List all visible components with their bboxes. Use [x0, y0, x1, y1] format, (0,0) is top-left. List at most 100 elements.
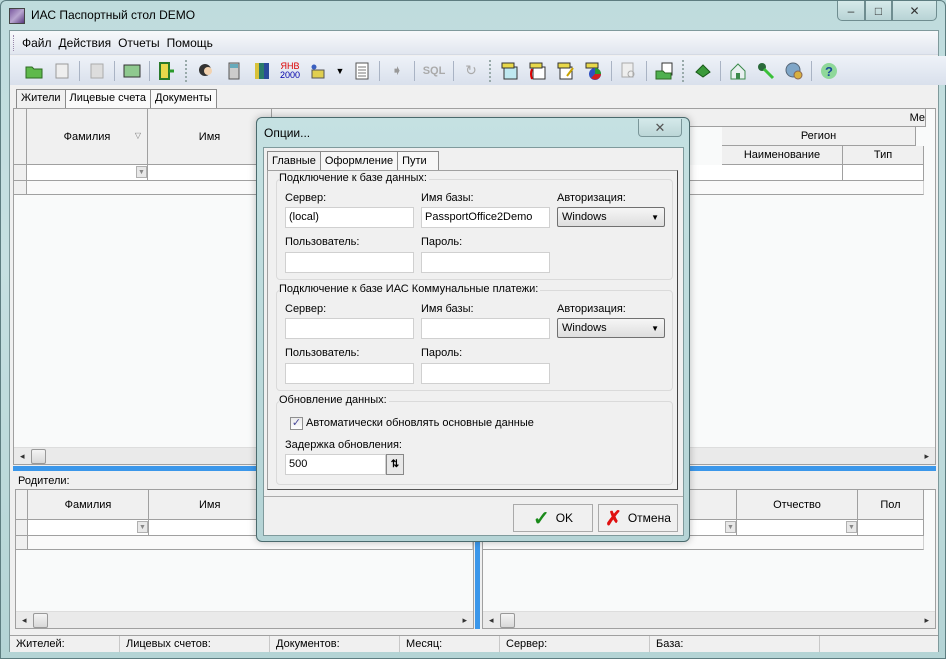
users-icon[interactable]: [195, 60, 217, 82]
tab-accounts[interactable]: Лицевые счета: [64, 89, 152, 109]
cancel-button[interactable]: ✗ Отмена: [598, 504, 678, 532]
payments-dbname-field[interactable]: [421, 318, 550, 339]
menu-reports[interactable]: Отчеты: [118, 36, 159, 50]
scroll-thumb[interactable]: [31, 449, 46, 464]
open-file-icon[interactable]: [653, 60, 675, 82]
filter-region-name[interactable]: [722, 165, 843, 181]
preview-icon[interactable]: [618, 60, 640, 82]
toolbar-separator: [79, 60, 80, 81]
toolbar-separator: [114, 60, 115, 81]
scroll-right-icon[interactable]: ▸: [924, 451, 929, 462]
books-icon[interactable]: [251, 60, 273, 82]
help-icon[interactable]: ?: [818, 60, 840, 82]
payments-user-field[interactable]: [285, 363, 414, 384]
phone-icon[interactable]: [223, 60, 245, 82]
close-button[interactable]: ✕: [892, 1, 937, 21]
filter-dropdown-icon[interactable]: ▼: [137, 521, 148, 533]
sql-label: SQL: [422, 64, 446, 77]
print-code-icon[interactable]: [527, 60, 549, 82]
toolbar-separator: [379, 60, 380, 81]
region-name-label: Наименование: [743, 149, 821, 161]
key-icon[interactable]: [755, 60, 777, 82]
toolbar-separator: [611, 60, 612, 81]
auth-label: Авторизация:: [557, 192, 626, 204]
menu-actions[interactable]: Действия: [59, 36, 112, 50]
payments-server-field[interactable]: [285, 318, 414, 339]
column-header-surname[interactable]: Фамилия ▽: [27, 109, 148, 165]
scroll-left-icon[interactable]: ◂: [489, 615, 494, 626]
auto-update-label[interactable]: Автоматически обновлять основные данные: [306, 417, 534, 429]
tab-documents[interactable]: Документы: [150, 89, 217, 109]
column-header-surname[interactable]: Фамилия: [28, 490, 149, 520]
tab-general[interactable]: Главные: [267, 151, 321, 172]
filter-patronymic[interactable]: ▼: [737, 520, 858, 536]
dialog-close-button[interactable]: ✕: [638, 119, 682, 137]
globe-settings-icon[interactable]: [783, 60, 805, 82]
menu-file[interactable]: Файл: [22, 36, 52, 50]
update-group: Обновление данных: ✓ Автоматически обнов…: [276, 394, 673, 485]
money-icon[interactable]: [692, 60, 714, 82]
home-icon[interactable]: [727, 60, 749, 82]
filter-surname[interactable]: ▼: [28, 520, 149, 536]
image-icon[interactable]: [121, 60, 143, 82]
package-icon[interactable]: [307, 60, 329, 82]
dropdown-arrow-icon[interactable]: ▼: [335, 60, 345, 82]
db-connection-label: Подключение к базе данных:: [279, 172, 429, 184]
filter-gender[interactable]: [858, 520, 924, 536]
column-header-region-name[interactable]: Наименование: [722, 146, 843, 165]
ok-button[interactable]: ✓ OK: [513, 504, 593, 532]
filter-region-type[interactable]: [843, 165, 924, 181]
parents-right-hscrollbar[interactable]: ◂ ▸: [483, 611, 935, 628]
toolbar-separator: [646, 60, 647, 81]
scroll-left-icon[interactable]: ◂: [22, 615, 27, 626]
delay-spinner[interactable]: ⇅: [386, 454, 404, 475]
open-folder-icon[interactable]: [23, 60, 45, 82]
scroll-right-icon[interactable]: ▸: [462, 615, 467, 626]
calendar-icon[interactable]: ЯНВ 2000: [279, 60, 301, 82]
scroll-right-icon[interactable]: ▸: [924, 615, 929, 626]
payments-auth-select[interactable]: Windows ▼: [557, 318, 665, 338]
print-chart-icon[interactable]: [583, 60, 605, 82]
payments-password-field[interactable]: [421, 363, 550, 384]
dbname-field[interactable]: PassportOffice2Demo: [421, 207, 550, 228]
list-icon[interactable]: [351, 60, 373, 82]
minimize-button[interactable]: –: [837, 1, 865, 21]
filter-dropdown-icon[interactable]: ▼: [846, 521, 857, 533]
scroll-left-icon[interactable]: ◂: [20, 451, 25, 462]
parents-left-hscrollbar[interactable]: ◂ ▸: [16, 611, 473, 628]
password-field[interactable]: [421, 252, 550, 273]
auth-select[interactable]: Windows ▼: [557, 207, 665, 227]
calculator-icon[interactable]: [86, 60, 108, 82]
payments-dbname-label: Имя базы:: [421, 303, 474, 315]
print-edit-icon[interactable]: [555, 60, 577, 82]
delay-field[interactable]: 500: [285, 454, 386, 475]
scroll-thumb[interactable]: [500, 613, 515, 628]
document-icon[interactable]: [51, 60, 73, 82]
size-grip[interactable]: [820, 636, 938, 652]
exit-door-icon[interactable]: [156, 60, 178, 82]
user-field[interactable]: [285, 252, 414, 273]
auto-update-checkbox[interactable]: ✓: [290, 417, 303, 430]
redo-icon[interactable]: ↻: [460, 60, 482, 82]
column-header-region-type[interactable]: Тип: [843, 146, 924, 165]
server-field[interactable]: (local): [285, 207, 414, 228]
menu-help[interactable]: Помощь: [167, 36, 213, 50]
sql-icon[interactable]: SQL: [421, 60, 447, 82]
status-residents: Жителей:: [10, 636, 120, 652]
filter-dropdown-icon[interactable]: ▼: [136, 166, 147, 178]
filter-surname[interactable]: ▼: [27, 165, 148, 181]
filter-dropdown-icon[interactable]: ▼: [725, 521, 736, 533]
column-header-gender[interactable]: Пол: [858, 490, 924, 520]
tab-residents[interactable]: Жители: [16, 89, 66, 109]
maximize-button[interactable]: □: [865, 1, 892, 21]
column-header-surname-label: Фамилия: [63, 130, 111, 143]
dbname-label: Имя базы:: [421, 192, 474, 204]
scroll-thumb[interactable]: [33, 613, 48, 628]
print-notes-icon[interactable]: [499, 60, 521, 82]
column-header-patronymic[interactable]: Отчество: [737, 490, 858, 520]
tab-paths[interactable]: Пути: [397, 151, 440, 171]
import-icon[interactable]: ➧: [386, 60, 408, 82]
dialog-body: Главные Оформление Пути Подключение к ба…: [263, 147, 684, 536]
tab-appearance[interactable]: Оформление: [319, 151, 399, 171]
column-header-name[interactable]: Имя: [148, 109, 272, 165]
